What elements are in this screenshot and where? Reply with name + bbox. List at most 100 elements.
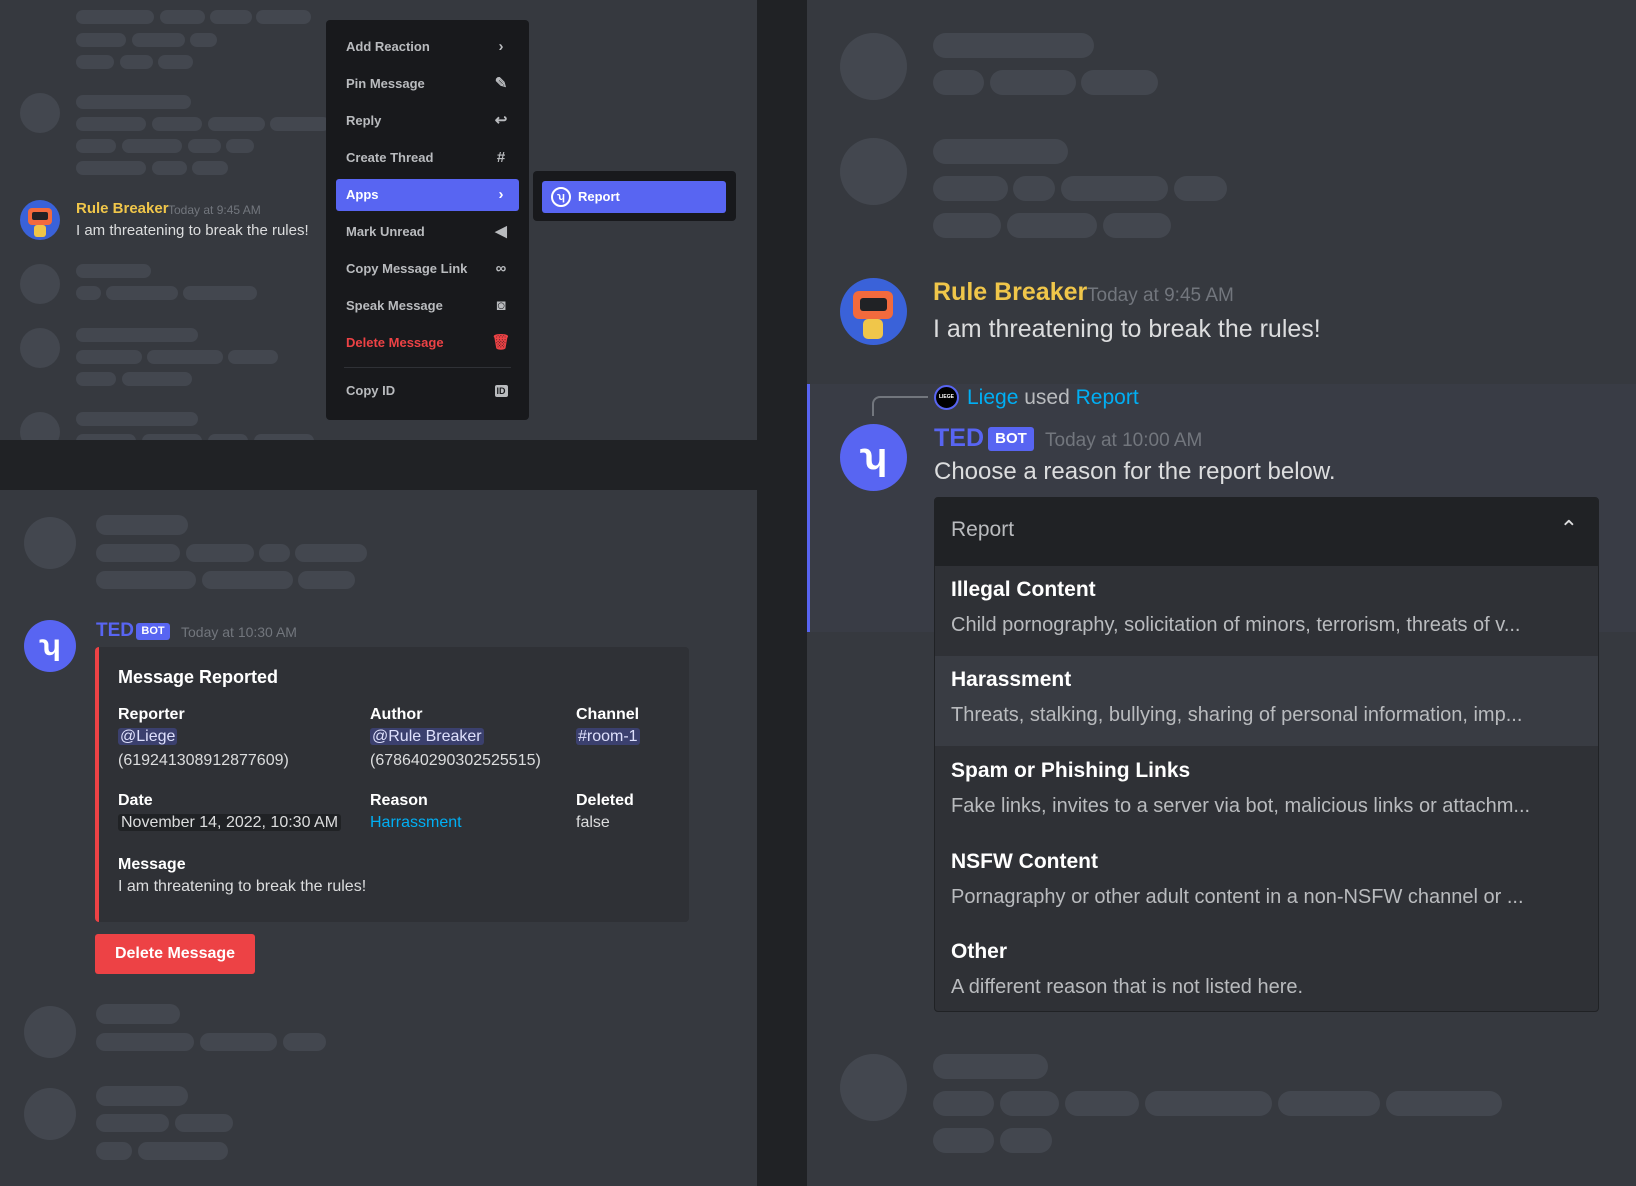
option-description: Fake links, invites to a server via bot,… bbox=[951, 795, 1531, 817]
channel-mention[interactable]: #room-1 bbox=[576, 728, 640, 746]
author-name[interactable]: TED bbox=[934, 424, 984, 453]
chevron-right-icon: › bbox=[498, 186, 504, 203]
field-label-author: Author bbox=[370, 706, 423, 723]
message-context-menu: Add Reaction › Pin Message ✎ Reply ↩ Cre… bbox=[326, 20, 529, 420]
select-option-spam-or-phishing-links[interactable]: Spam or Phishing Links Fake links, invit… bbox=[935, 747, 1598, 837]
message-timestamp: Today at 10:00 AM bbox=[1045, 430, 1203, 451]
option-description: Child pornography, solicitation of minor… bbox=[951, 614, 1521, 636]
menu-item-add-reaction[interactable]: Add Reaction › bbox=[336, 31, 519, 63]
menu-item-label: Mark Unread bbox=[346, 224, 425, 239]
menu-item-delete-message[interactable]: Delete Message 🗑 bbox=[336, 327, 519, 359]
menu-item-mark-unread[interactable]: Mark Unread ◀ bbox=[336, 216, 519, 248]
liege-avatar[interactable]: LIEGE bbox=[934, 385, 959, 410]
id-icon: ID bbox=[494, 385, 508, 397]
menu-item-label: Delete Message bbox=[346, 335, 444, 350]
option-title: NSFW Content bbox=[951, 850, 1098, 873]
chevron-right-icon: › bbox=[498, 38, 504, 55]
ted-bot-icon: ʮ bbox=[551, 187, 571, 207]
link-icon: ∞ bbox=[495, 260, 507, 277]
thread-icon: # bbox=[496, 149, 506, 166]
select-placeholder: Report bbox=[951, 518, 1015, 541]
option-title: Harassment bbox=[951, 668, 1072, 691]
field-label-date: Date bbox=[118, 792, 153, 809]
menu-item-pin-message[interactable]: Pin Message ✎ bbox=[336, 68, 519, 100]
reason-link[interactable]: Harrassment bbox=[370, 814, 462, 832]
reply-spine bbox=[872, 396, 928, 416]
message-text: I am threatening to break the rules! bbox=[76, 222, 309, 239]
message-text: Choose a reason for the report below. bbox=[934, 458, 1336, 485]
option-description: A different reason that is not listed he… bbox=[951, 976, 1304, 998]
bot-badge: BOT bbox=[136, 623, 170, 640]
menu-item-reply[interactable]: Reply ↩ bbox=[336, 105, 519, 137]
option-title: Illegal Content bbox=[951, 578, 1096, 601]
message-timestamp: Today at 9:45 AM bbox=[168, 203, 261, 217]
ted-avatar[interactable]: ʮ bbox=[24, 620, 76, 672]
option-description: Threats, stalking, bullying, sharing of … bbox=[951, 704, 1523, 726]
submenu-item-label: Report bbox=[578, 189, 620, 204]
report-reason-select[interactable]: Report ⌃ Illegal Content Child pornograp… bbox=[934, 497, 1599, 1012]
menu-item-copy-message-link[interactable]: Copy Message Link ∞ bbox=[336, 253, 519, 285]
ted-avatar[interactable]: ʮ bbox=[840, 424, 907, 491]
option-title: Other bbox=[951, 940, 1008, 963]
embed-title: Message Reported bbox=[118, 667, 279, 687]
field-label-reason: Reason bbox=[370, 792, 428, 809]
select-option-illegal-content[interactable]: Illegal Content Child pornography, solic… bbox=[935, 566, 1598, 656]
message-text: I am threatening to break the rules! bbox=[933, 315, 1321, 343]
menu-item-label: Create Thread bbox=[346, 150, 434, 165]
deleted-value: false bbox=[576, 814, 610, 831]
reporter-mention[interactable]: @Liege bbox=[118, 728, 178, 746]
delete-message-button[interactable]: Delete Message bbox=[95, 934, 255, 974]
interaction-command[interactable]: Report bbox=[1076, 386, 1139, 409]
report-command-panel: Rule Breaker Today at 9:45 AM I am threa… bbox=[807, 0, 1636, 1186]
author-name[interactable]: Rule Breaker bbox=[76, 200, 169, 217]
reply-icon: ↩ bbox=[494, 112, 508, 129]
author-mention[interactable]: @Rule Breaker bbox=[370, 728, 484, 746]
select-header[interactable]: Report ⌃ bbox=[935, 498, 1598, 566]
option-description: Pornagraphy or other adult content in a … bbox=[951, 886, 1524, 908]
option-title: Spam or Phishing Links bbox=[951, 759, 1191, 782]
field-label-message: Message bbox=[118, 856, 186, 873]
menu-separator bbox=[344, 367, 511, 368]
report-log-panel: ʮ TED BOT Today at 10:30 AM Message Repo… bbox=[0, 490, 757, 1186]
interaction-used: used bbox=[1024, 386, 1070, 409]
reported-message-text: I am threatening to break the rules! bbox=[118, 878, 367, 895]
menu-item-label: Reply bbox=[346, 113, 382, 128]
select-option-other[interactable]: Other A different reason that is not lis… bbox=[935, 928, 1598, 1011]
select-option-nsfw-content[interactable]: NSFW Content Pornagraphy or other adult … bbox=[935, 838, 1598, 928]
author-id: (678640290302525515) bbox=[370, 752, 541, 769]
menu-item-speak-message[interactable]: Speak Message ◙ bbox=[336, 290, 519, 322]
interaction-line: Liege used Report bbox=[967, 386, 1139, 410]
speaker-icon: ◙ bbox=[496, 297, 506, 314]
menu-item-label: Add Reaction bbox=[346, 39, 430, 54]
pin-icon: ✎ bbox=[494, 75, 508, 92]
menu-item-create-thread[interactable]: Create Thread # bbox=[336, 142, 519, 174]
menu-item-label: Apps bbox=[346, 187, 379, 202]
submenu-item-report[interactable]: ʮ Report bbox=[542, 181, 726, 213]
apps-submenu: ʮ Report bbox=[533, 171, 736, 221]
mark-unread-icon: ◀ bbox=[495, 223, 507, 240]
reporter-id: (619241308912877609) bbox=[118, 752, 289, 769]
interaction-user[interactable]: Liege bbox=[967, 386, 1018, 409]
menu-item-copy-id[interactable]: Copy ID ID bbox=[336, 375, 519, 407]
trash-icon: 🗑 bbox=[491, 334, 511, 351]
field-label-channel: Channel bbox=[576, 706, 640, 723]
report-date: November 14, 2022, 10:30 AM bbox=[118, 814, 342, 832]
menu-item-apps[interactable]: Apps › bbox=[336, 179, 519, 211]
menu-item-label: Pin Message bbox=[346, 76, 425, 91]
chevron-up-icon: ⌃ bbox=[1559, 516, 1578, 541]
author-name[interactable]: Rule Breaker bbox=[933, 278, 1087, 307]
menu-item-label: Copy ID bbox=[346, 383, 396, 398]
message-timestamp: Today at 9:45 AM bbox=[1087, 285, 1234, 306]
select-option-harassment[interactable]: Harassment Threats, stalking, bullying, … bbox=[935, 656, 1598, 746]
author-name[interactable]: TED bbox=[96, 620, 134, 642]
context-menu-panel: Rule Breaker Today at 9:45 AM I am threa… bbox=[0, 0, 757, 440]
bot-badge: BOT bbox=[988, 427, 1034, 451]
report-embed: Message Reported Reporter @Liege (619241… bbox=[95, 647, 689, 922]
menu-item-label: Speak Message bbox=[346, 298, 443, 313]
field-label-deleted: Deleted bbox=[576, 792, 634, 809]
rule-breaker-avatar[interactable] bbox=[840, 278, 907, 345]
menu-item-label: Copy Message Link bbox=[346, 261, 468, 276]
rule-breaker-avatar[interactable] bbox=[20, 200, 60, 240]
field-label-reporter: Reporter bbox=[118, 706, 185, 723]
message-timestamp: Today at 10:30 AM bbox=[181, 624, 297, 640]
